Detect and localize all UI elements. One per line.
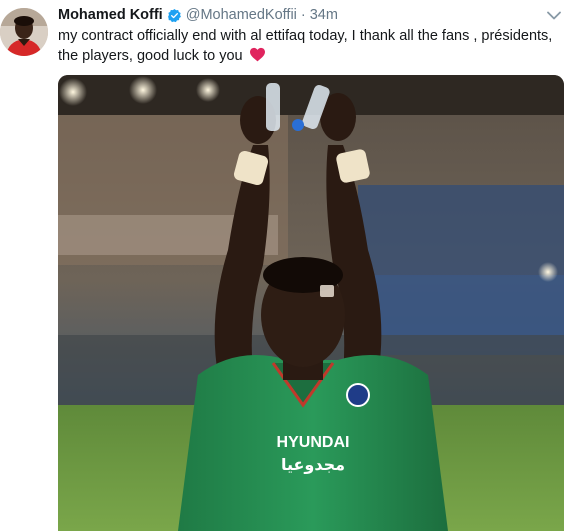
tweet-photo[interactable]: HYUNDAI مجدوعيا [58, 75, 564, 531]
separator-dot: · [300, 7, 306, 23]
jersey-arabic-text: مجدوعيا [281, 455, 345, 474]
timestamp[interactable]: 34m [310, 7, 338, 23]
handle[interactable]: @MohamedKoffii [186, 7, 297, 23]
heart-emoji-icon [249, 47, 266, 62]
tweet-text: my contract officially end with al ettif… [58, 26, 563, 66]
jersey-sponsor-text: HYUNDAI [277, 434, 350, 451]
avatar[interactable] [0, 8, 48, 56]
tweet-text-content: my contract officially end with al ettif… [58, 28, 553, 64]
tweet: Mohamed Koffi @MohamedKoffii · 34m my co… [0, 0, 573, 531]
photo-illustration: HYUNDAI مجدوعيا [58, 75, 564, 531]
tweet-header: Mohamed Koffi @MohamedKoffii · 34m [58, 5, 338, 25]
display-name[interactable]: Mohamed Koffi [58, 7, 163, 23]
chevron-down-icon[interactable] [545, 7, 563, 23]
verified-badge-icon [167, 8, 182, 23]
